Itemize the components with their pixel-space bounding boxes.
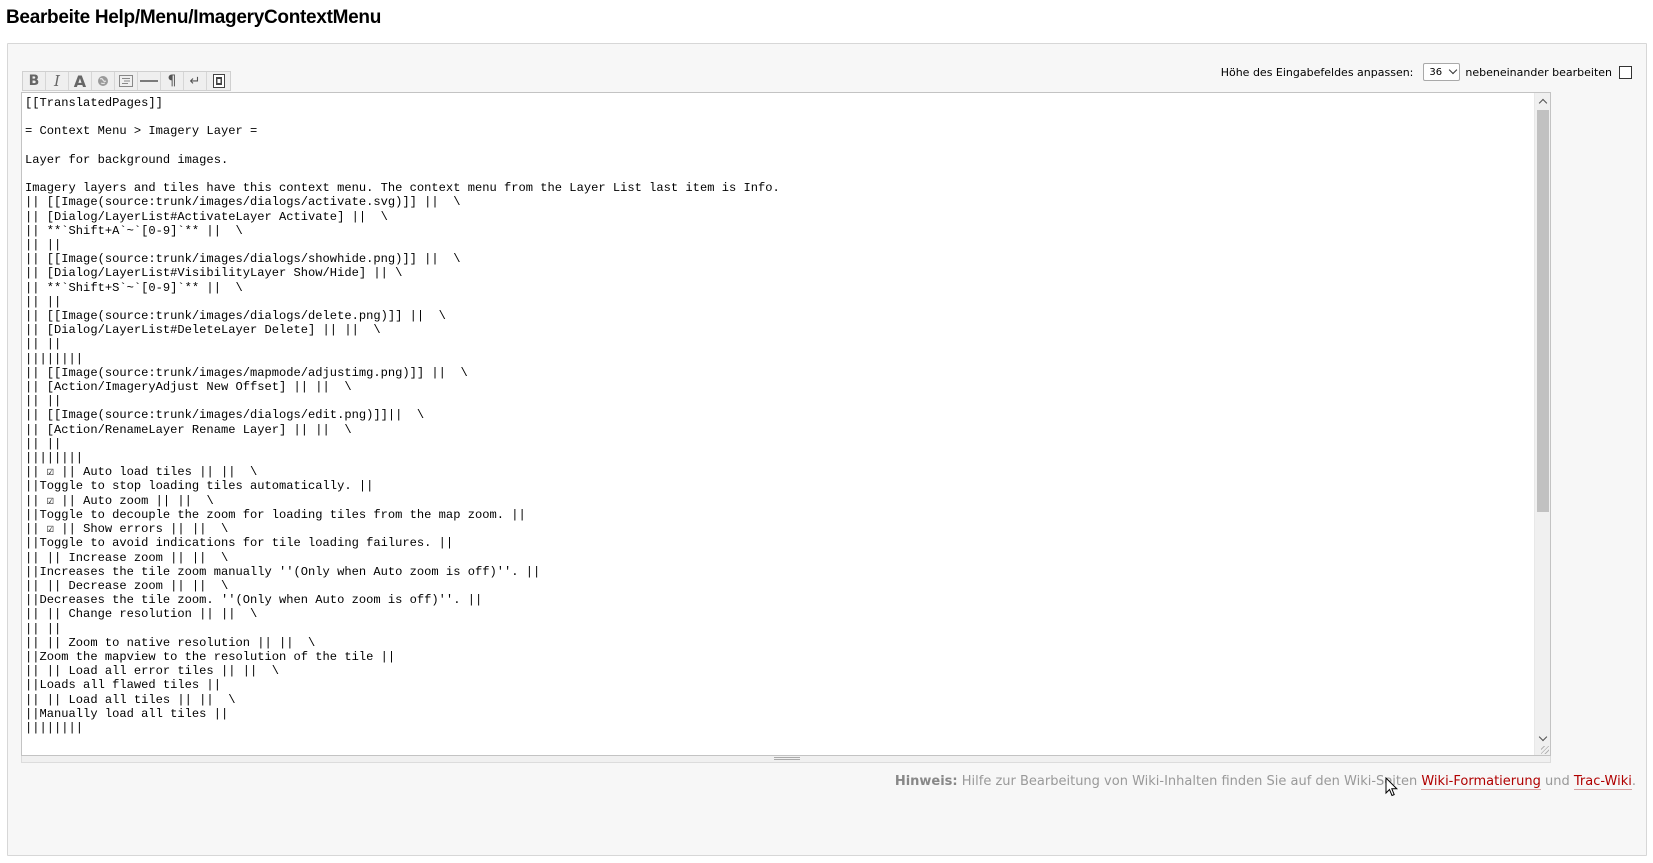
wiki-textarea[interactable]: [[TranslatedPages]] = Context Menu > Ima… — [22, 93, 1534, 755]
paragraph-icon: ¶ — [167, 73, 177, 89]
height-select-value: 36 — [1429, 66, 1443, 78]
paragraph-button[interactable]: ¶ — [161, 72, 184, 90]
edit-form: Höhe des Eingabefeldes anpassen: 36 nebe… — [7, 43, 1647, 856]
scroll-thumb[interactable] — [1537, 110, 1549, 512]
bold-icon: B — [28, 73, 40, 89]
globe-icon — [98, 76, 108, 86]
wiki-toolbar: B I A ¶ ↵ — [22, 71, 231, 91]
side-by-side-checkbox[interactable] — [1619, 65, 1632, 79]
chevron-up-icon — [1538, 98, 1548, 108]
hr-icon — [140, 80, 158, 82]
code-block-button[interactable] — [115, 72, 138, 90]
mouse-cursor-icon — [1385, 777, 1399, 797]
trac-wiki-link[interactable]: Trac-Wiki — [1573, 774, 1632, 790]
editor-scrollbar[interactable] — [1534, 93, 1550, 755]
chevron-down-icon — [1449, 65, 1458, 75]
scroll-down-button[interactable] — [1535, 731, 1550, 747]
height-label: Höhe des Eingabefeldes anpassen: — [1220, 65, 1414, 79]
image-icon — [212, 74, 225, 88]
code-block-icon — [119, 75, 133, 87]
link-button[interactable] — [92, 72, 115, 90]
heading-icon: A — [73, 71, 87, 91]
line-break-icon: ↵ — [189, 73, 201, 89]
wiki-formatting-link[interactable]: Wiki-Formatierung — [1421, 774, 1541, 790]
editor-resize-handle[interactable] — [21, 756, 1551, 763]
resize-corner-icon[interactable] — [1541, 746, 1549, 754]
bold-button[interactable]: B — [23, 72, 46, 90]
heading-button[interactable]: A — [69, 71, 92, 91]
page-title: Bearbeite Help/Menu/ImageryContextMenu — [6, 7, 382, 28]
italic-icon: I — [54, 72, 60, 90]
horizontal-rule-button[interactable] — [138, 72, 161, 90]
hint-label: Hinweis: — [894, 774, 958, 789]
hint-text: Hilfe zur Bearbeitung von Wiki-Inhalten … — [957, 774, 1422, 789]
chevron-down-icon — [1538, 732, 1548, 742]
italic-button[interactable]: I — [46, 72, 69, 90]
editor-container: [[TranslatedPages]] = Context Menu > Ima… — [21, 92, 1551, 756]
hint-and: und — [1540, 774, 1574, 789]
image-button[interactable] — [207, 72, 230, 90]
height-select[interactable]: 36 — [1423, 63, 1461, 81]
help-hint: Hinweis: Hilfe zur Bearbeitung von Wiki-… — [894, 774, 1636, 790]
editor-height-controls: Höhe des Eingabefeldes anpassen: 36 nebe… — [1221, 63, 1632, 81]
side-by-side-label: nebeneinander bearbeiten — [1465, 65, 1612, 79]
scroll-up-button[interactable] — [1535, 93, 1550, 109]
hint-period: . — [1631, 774, 1636, 789]
line-break-button[interactable]: ↵ — [184, 72, 207, 90]
grip-icon — [774, 757, 800, 760]
